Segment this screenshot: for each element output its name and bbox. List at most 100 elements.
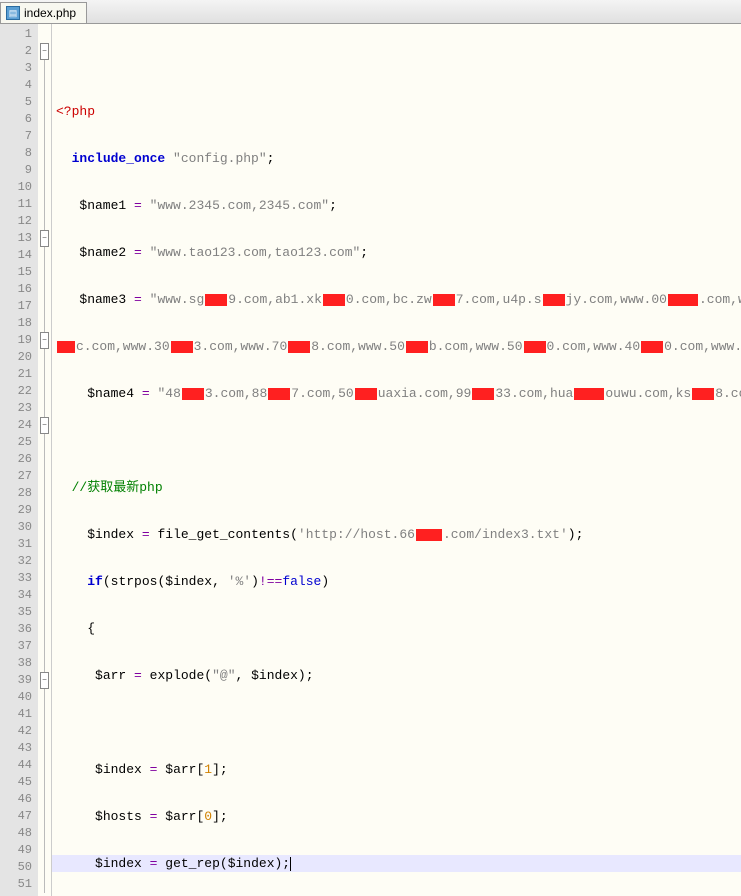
fold-toggle-icon[interactable]: − — [40, 43, 49, 60]
fold-guide — [44, 468, 45, 485]
fold-slot — [38, 94, 51, 111]
code-line[interactable]: $name3 = "www.sg9.com,ab1.xk0.com,bc.zw7… — [52, 291, 741, 308]
fold-guide — [44, 706, 45, 723]
redaction — [57, 341, 75, 353]
fold-toggle-icon[interactable]: − — [40, 332, 49, 349]
line-number: 41 — [0, 706, 38, 723]
fold-guide — [44, 77, 45, 94]
code-line[interactable]: $name4 = "483.com,887.com,50uaxia.com,99… — [52, 385, 741, 402]
fold-guide — [44, 366, 45, 383]
code-area[interactable]: <?php include_once "config.php"; $name1 … — [52, 24, 741, 896]
line-number: 6 — [0, 111, 38, 128]
line-number: 23 — [0, 400, 38, 417]
fold-slot — [38, 162, 51, 179]
code-line[interactable]: c.com,www.303.com,www.708.com,www.50b.co… — [52, 338, 741, 355]
fold-guide — [44, 162, 45, 179]
fold-slot — [38, 468, 51, 485]
line-number: 33 — [0, 570, 38, 587]
code-line[interactable]: { — [52, 620, 741, 637]
fold-slot[interactable]: − — [38, 230, 51, 247]
fold-guide — [44, 808, 45, 825]
code-line[interactable]: $arr = explode("@", $index); — [52, 667, 741, 684]
code-line[interactable]: $index = $arr[1]; — [52, 761, 741, 778]
code-line[interactable]: $name1 = "www.2345.com,2345.com"; — [52, 197, 741, 214]
fold-guide — [44, 757, 45, 774]
fold-slot — [38, 281, 51, 298]
fold-guide — [44, 655, 45, 672]
line-number: 2 — [0, 43, 38, 60]
redaction — [323, 294, 345, 306]
fold-toggle-icon[interactable]: − — [40, 672, 49, 689]
fold-slot — [38, 383, 51, 400]
code-line[interactable] — [52, 56, 741, 73]
fold-slot[interactable]: − — [38, 43, 51, 60]
fold-guide — [44, 145, 45, 162]
fold-slot — [38, 145, 51, 162]
fold-slot[interactable]: − — [38, 332, 51, 349]
fold-toggle-icon[interactable]: − — [40, 230, 49, 247]
redaction — [668, 294, 698, 306]
fold-guide — [44, 502, 45, 519]
line-number: 9 — [0, 162, 38, 179]
code-line[interactable]: $name2 = "www.tao123.com,tao123.com"; — [52, 244, 741, 261]
code-line[interactable]: $hosts = $arr[0]; — [52, 808, 741, 825]
line-number: 49 — [0, 842, 38, 859]
code-line-current[interactable]: $index = get_rep($index); — [52, 855, 741, 872]
fold-guide — [44, 213, 45, 230]
line-number: 8 — [0, 145, 38, 162]
line-number: 3 — [0, 60, 38, 77]
line-number: 15 — [0, 264, 38, 281]
fold-guide — [44, 264, 45, 281]
fold-slot — [38, 723, 51, 740]
code-line[interactable]: if(strpos($index, '%')!==false) — [52, 573, 741, 590]
fold-slot — [38, 179, 51, 196]
fold-slot — [38, 689, 51, 706]
fold-slot — [38, 502, 51, 519]
code-line[interactable]: <?php — [52, 103, 741, 120]
line-number: 5 — [0, 94, 38, 111]
line-number: 48 — [0, 825, 38, 842]
code-line[interactable] — [52, 432, 741, 449]
fold-guide — [44, 723, 45, 740]
fold-slot — [38, 774, 51, 791]
fold-guide — [44, 791, 45, 808]
fold-slot — [38, 451, 51, 468]
code-editor[interactable]: 1234567891011121314151617181920212223242… — [0, 24, 741, 896]
fold-slot — [38, 366, 51, 383]
line-number: 29 — [0, 502, 38, 519]
fold-slot — [38, 757, 51, 774]
fold-guide — [44, 196, 45, 213]
fold-slot — [38, 247, 51, 264]
fold-toggle-icon[interactable]: − — [40, 417, 49, 434]
fold-slot — [38, 60, 51, 77]
line-number: 44 — [0, 757, 38, 774]
tab-filename: index.php — [24, 6, 76, 20]
fold-slot — [38, 349, 51, 366]
redaction — [574, 388, 604, 400]
fold-slot — [38, 655, 51, 672]
line-number: 16 — [0, 281, 38, 298]
fold-slot[interactable]: − — [38, 672, 51, 689]
fold-slot — [38, 638, 51, 655]
fold-guide — [44, 281, 45, 298]
fold-slot — [38, 570, 51, 587]
line-number: 47 — [0, 808, 38, 825]
fold-guide — [44, 60, 45, 77]
line-number: 13 — [0, 230, 38, 247]
fold-slot — [38, 298, 51, 315]
line-number: 30 — [0, 519, 38, 536]
redaction — [472, 388, 494, 400]
fold-slot — [38, 825, 51, 842]
fold-slot — [38, 536, 51, 553]
file-tab[interactable]: ▤ index.php — [0, 2, 87, 23]
fold-slot — [38, 213, 51, 230]
fold-slot[interactable]: − — [38, 417, 51, 434]
code-line[interactable]: include_once "config.php"; — [52, 150, 741, 167]
fold-guide — [44, 740, 45, 757]
line-number: 14 — [0, 247, 38, 264]
fold-guide — [44, 349, 45, 366]
code-line[interactable]: //获取最新php — [52, 479, 741, 496]
fold-slot — [38, 315, 51, 332]
code-line[interactable]: $index = file_get_contents('http://host.… — [52, 526, 741, 543]
code-line[interactable] — [52, 714, 741, 731]
